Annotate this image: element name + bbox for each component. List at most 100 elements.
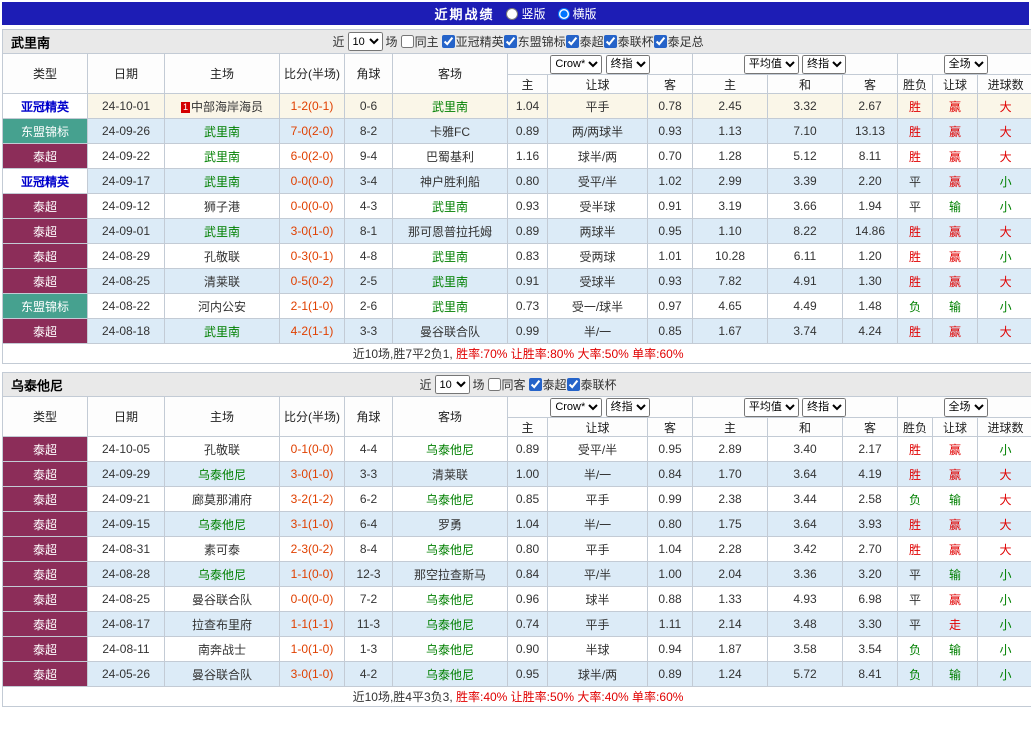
- score-cell[interactable]: 1-2(0-1): [279, 93, 345, 119]
- score-cell[interactable]: 0-3(0-1): [279, 243, 345, 269]
- home-team-name[interactable]: 中部海岸海员: [191, 100, 263, 114]
- league-checkbox[interactable]: [566, 378, 580, 391]
- score-cell[interactable]: 3-2(1-2): [279, 486, 345, 512]
- score-cell[interactable]: 1-1(0-0): [279, 561, 345, 587]
- avg-home-cell: 2.04: [692, 561, 768, 587]
- bookmaker-select[interactable]: Crow*: [550, 54, 603, 74]
- score-cell[interactable]: 2-3(0-2): [279, 536, 345, 562]
- away-team-name[interactable]: 乌泰他尼: [426, 618, 474, 632]
- away-team-name[interactable]: 武里南: [432, 100, 468, 114]
- home-team-name[interactable]: 乌泰他尼: [198, 468, 246, 482]
- league-filter-东盟锦标[interactable]: 东盟锦标: [503, 33, 566, 50]
- away-team-name[interactable]: 那空拉查斯马: [414, 568, 486, 582]
- league-filter-泰超[interactable]: 泰超: [528, 376, 567, 393]
- home-team-name[interactable]: 孔敬联: [204, 250, 240, 264]
- league-filter-泰超[interactable]: 泰超: [565, 33, 604, 50]
- same-venue-filter[interactable]: 同主: [400, 33, 439, 50]
- score-cell[interactable]: 1-0(1-0): [279, 636, 345, 662]
- home-team-name[interactable]: 武里南: [204, 125, 240, 139]
- home-team-name[interactable]: 拉查布里府: [192, 618, 252, 632]
- avg-away-cell: 2.67: [842, 93, 898, 119]
- home-team-name[interactable]: 乌泰他尼: [198, 568, 246, 582]
- away-team-name[interactable]: 武里南: [432, 200, 468, 214]
- score-cell[interactable]: 3-0(1-0): [279, 661, 345, 687]
- league-filter-泰足总[interactable]: 泰足总: [653, 33, 704, 50]
- avg-stage-select[interactable]: 终指: [802, 397, 847, 417]
- odds-stage-select[interactable]: 终指: [605, 397, 650, 417]
- same-venue-filter[interactable]: 同客: [487, 376, 526, 393]
- radio-vertical[interactable]: [506, 7, 519, 20]
- score-cell[interactable]: 2-1(1-0): [279, 293, 345, 319]
- layout-option-horizontal[interactable]: 横版: [557, 5, 597, 22]
- away-team-name[interactable]: 乌泰他尼: [426, 593, 474, 607]
- league-checkbox[interactable]: [441, 35, 455, 48]
- layout-option-vertical[interactable]: 竖版: [506, 5, 546, 22]
- away-team-name[interactable]: 乌泰他尼: [426, 643, 474, 657]
- league-cell: 泰超: [2, 511, 88, 537]
- away-team-name[interactable]: 乌泰他尼: [426, 443, 474, 457]
- average-select[interactable]: 平均值: [743, 54, 799, 74]
- radio-horizontal[interactable]: [557, 7, 570, 20]
- games-count-select[interactable]: 10: [347, 32, 383, 51]
- score-cell[interactable]: 1-1(1-1): [279, 611, 345, 637]
- home-team-name[interactable]: 孔敬联: [204, 443, 240, 457]
- home-team-name[interactable]: 狮子港: [204, 200, 240, 214]
- league-checkbox[interactable]: [565, 35, 579, 48]
- away-team-name[interactable]: 罗勇: [438, 518, 462, 532]
- away-team-name[interactable]: 卡雅FC: [430, 125, 470, 139]
- avg-stage-select[interactable]: 终指: [802, 54, 847, 74]
- away-team-name[interactable]: 乌泰他尼: [426, 543, 474, 557]
- score-cell[interactable]: 3-0(1-0): [279, 461, 345, 487]
- away-team-name[interactable]: 巴蜀基利: [426, 150, 474, 164]
- away-team-name[interactable]: 清莱联: [432, 468, 468, 482]
- league-checkbox[interactable]: [528, 378, 542, 391]
- odds-stage-select[interactable]: 终指: [605, 54, 650, 74]
- home-team-name[interactable]: 曼谷联合队: [192, 668, 252, 682]
- score-cell[interactable]: 6-0(2-0): [279, 143, 345, 169]
- away-team-name[interactable]: 那可恩普拉托姆: [408, 225, 492, 239]
- scope-select[interactable]: 全场: [943, 54, 988, 74]
- score-cell[interactable]: 4-2(1-1): [279, 318, 345, 344]
- home-team-name[interactable]: 曼谷联合队: [192, 593, 252, 607]
- same-venue-checkbox[interactable]: [400, 35, 414, 48]
- league-checkbox[interactable]: [653, 35, 667, 48]
- odds-away-cell: 0.95: [647, 436, 693, 462]
- away-team-name[interactable]: 武里南: [432, 300, 468, 314]
- games-count-select[interactable]: 10: [434, 375, 470, 394]
- away-team-name[interactable]: 武里南: [432, 250, 468, 264]
- score-cell[interactable]: 0-0(0-0): [279, 193, 345, 219]
- home-team-name[interactable]: 廊莫那浦府: [192, 493, 252, 507]
- average-select[interactable]: 平均值: [743, 397, 799, 417]
- away-team-name[interactable]: 乌泰他尼: [426, 493, 474, 507]
- score-cell[interactable]: 7-0(2-0): [279, 118, 345, 144]
- score-cell[interactable]: 0-0(0-0): [279, 168, 345, 194]
- score-cell[interactable]: 3-1(1-0): [279, 511, 345, 537]
- away-team-name[interactable]: 曼谷联合队: [420, 325, 480, 339]
- home-team-name[interactable]: 河内公安: [198, 300, 246, 314]
- home-team-name[interactable]: 乌泰他尼: [198, 518, 246, 532]
- home-team-name[interactable]: 清莱联: [204, 275, 240, 289]
- bookmaker-select[interactable]: Crow*: [550, 397, 603, 417]
- league-filter-label: 泰超: [579, 35, 604, 49]
- away-team-name[interactable]: 神户胜利船: [420, 175, 480, 189]
- home-team-name[interactable]: 南奔战士: [198, 643, 246, 657]
- same-venue-checkbox[interactable]: [487, 378, 501, 391]
- home-team-name[interactable]: 武里南: [204, 175, 240, 189]
- away-team-name[interactable]: 武里南: [432, 275, 468, 289]
- home-team-name[interactable]: 武里南: [204, 325, 240, 339]
- league-filter-亚冠精英[interactable]: 亚冠精英: [441, 33, 504, 50]
- score-cell[interactable]: 0-1(0-0): [279, 436, 345, 462]
- league-filter-泰联杯[interactable]: 泰联杯: [603, 33, 654, 50]
- home-team-name[interactable]: 素可泰: [204, 543, 240, 557]
- home-team-name[interactable]: 武里南: [204, 225, 240, 239]
- score-cell[interactable]: 0-5(0-2): [279, 268, 345, 294]
- league-checkbox[interactable]: [503, 35, 517, 48]
- league-filter-泰联杯[interactable]: 泰联杯: [566, 376, 617, 393]
- score-cell[interactable]: 0-0(0-0): [279, 586, 345, 612]
- result-handicap-cell: 赢: [932, 318, 978, 344]
- home-team-name[interactable]: 武里南: [204, 150, 240, 164]
- away-team-name[interactable]: 乌泰他尼: [426, 668, 474, 682]
- scope-select[interactable]: 全场: [943, 397, 988, 417]
- score-cell[interactable]: 3-0(1-0): [279, 218, 345, 244]
- league-checkbox[interactable]: [603, 35, 617, 48]
